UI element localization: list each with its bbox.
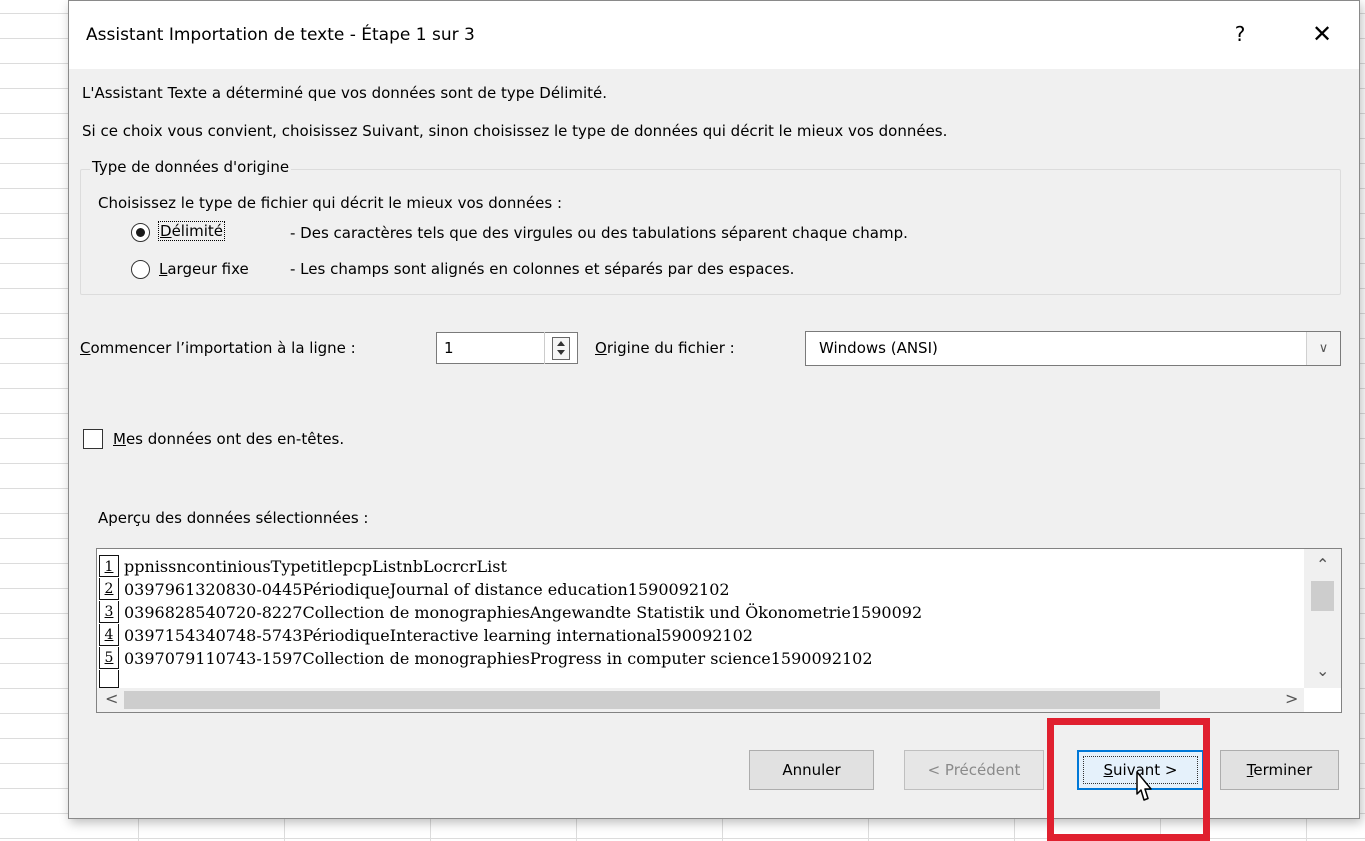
accel-c: C — [80, 339, 91, 357]
spinner-buttons[interactable] — [552, 337, 570, 360]
radio-delimited-description: - Des caractères tels que des virgules o… — [290, 224, 908, 242]
row-number: 3 — [99, 601, 119, 623]
headers-checkbox-label[interactable]: Mes données ont des en-têtes. — [113, 430, 344, 448]
spin-down-icon[interactable] — [557, 350, 565, 355]
row-number: 1 — [99, 555, 119, 577]
radio-fixed-width-label: Largeur fixe — [159, 260, 249, 278]
row-text: 0397961320830-0445PériodiqueJournal of d… — [124, 580, 730, 599]
accel-o: O — [595, 339, 607, 357]
scroll-left-icon[interactable]: < — [105, 689, 118, 708]
scroll-down-icon[interactable]: ⌄ — [1316, 661, 1329, 680]
row-number: 2 — [99, 578, 119, 600]
label-fixed-rest: argeur fixe — [167, 260, 249, 278]
row-number: 4 — [99, 624, 119, 646]
row-text: 0396828540720-8227Collection de monograp… — [124, 603, 923, 622]
groupbox-prompt: Choisissez le type de fichier qui décrit… — [98, 194, 563, 212]
start-row-label-rest: ommencer l’importation à la ligne : — [90, 339, 356, 357]
spin-up-icon[interactable] — [557, 341, 565, 346]
headers-label-rest: es données ont des en-têtes. — [125, 430, 345, 448]
title-bar: Assistant Importation de texte - Étape 1… — [69, 1, 1359, 69]
row-text: 0397079110743-1597Collection de monograp… — [124, 649, 873, 668]
intro-line-1: L'Assistant Texte a déterminé que vos do… — [82, 84, 608, 102]
file-origin-value: Windows (ANSI) — [819, 339, 938, 357]
row-text: 0397154340748-5743PériodiqueInteractive … — [124, 626, 753, 645]
preview-label: Aperçu des données sélectionnées : — [98, 509, 369, 527]
vertical-scroll-thumb[interactable] — [1311, 581, 1334, 611]
horizontal-scrollbar[interactable]: < > — [97, 688, 1304, 712]
highlight-annotation-box — [1047, 718, 1210, 841]
text-import-wizard-dialog: Assistant Importation de texte - Étape 1… — [68, 0, 1360, 819]
horizontal-scroll-thumb[interactable] — [124, 691, 1160, 709]
radio-fixed-width[interactable] — [131, 260, 150, 279]
mouse-pointer-icon — [1136, 771, 1152, 801]
label-delimited-rest: élimité — [171, 222, 224, 240]
row-number: 5 — [99, 647, 119, 669]
radio-fixed-width-description: - Les champs sont alignés en colonnes et… — [290, 260, 795, 278]
intro-line-2: Si ce choix vous convient, choisissez Su… — [82, 122, 948, 140]
scroll-up-icon[interactable]: ⌃ — [1316, 555, 1329, 574]
scroll-right-icon[interactable]: > — [1285, 689, 1298, 708]
accel-d: D — [160, 222, 172, 240]
file-origin-label-rest: rigine du fichier : — [606, 339, 735, 357]
previous-button[interactable]: < Précédent — [904, 750, 1044, 790]
cancel-button[interactable]: Annuler — [749, 750, 874, 790]
file-origin-label: Origine du fichier : — [595, 339, 735, 357]
row-number — [99, 670, 119, 688]
chevron-down-icon[interactable]: ∨ — [1306, 332, 1340, 365]
accel-m: M — [113, 430, 126, 448]
radio-delimited[interactable] — [131, 223, 150, 242]
finish-label-rest: erminer — [1253, 761, 1313, 779]
close-button[interactable]: ✕ — [1304, 19, 1340, 49]
finish-button[interactable]: Terminer — [1220, 750, 1339, 790]
start-row-value: 1 — [444, 339, 454, 357]
start-row-label: Commencer l’importation à la ligne : — [80, 339, 356, 357]
radio-delimited-label: Délimité — [158, 221, 226, 241]
file-origin-select[interactable]: Windows (ANSI) ∨ — [805, 331, 1341, 366]
groupbox-title: Type de données d'origine — [90, 158, 292, 176]
vertical-scrollbar[interactable]: ⌃ ⌄ — [1304, 549, 1341, 688]
start-row-spinner[interactable] — [544, 332, 578, 364]
row-text: ppnissncontiniousTypetitlepcpListnbLocrc… — [124, 557, 507, 576]
headers-checkbox[interactable] — [83, 429, 103, 449]
help-button[interactable]: ? — [1227, 19, 1253, 49]
dialog-title: Assistant Importation de texte - Étape 1… — [86, 25, 475, 45]
data-preview[interactable]: 1 ppnissncontiniousTypetitlepcpListnbLoc… — [96, 548, 1342, 713]
